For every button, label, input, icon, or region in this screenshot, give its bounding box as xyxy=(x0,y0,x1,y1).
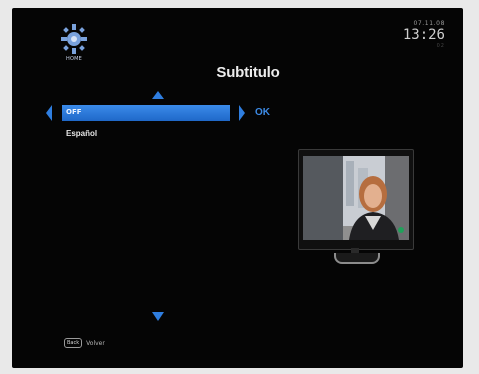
clock: 07.11.08 13:26 02 xyxy=(403,20,445,49)
arrow-down-icon[interactable] xyxy=(152,312,164,321)
arrow-right-icon[interactable] xyxy=(239,105,245,121)
arrow-up-icon[interactable] xyxy=(152,91,164,99)
back-key[interactable]: Back xyxy=(64,338,83,348)
back-label: Volver xyxy=(86,339,105,347)
clock-time: 13:26 xyxy=(402,27,445,43)
tv-preview xyxy=(298,149,414,274)
tv-bezel xyxy=(298,149,414,250)
ok-button[interactable]: OK xyxy=(255,107,270,118)
tv-menu-screen: HOME 07.11.08 13:26 02 Subtitulo OFF OK … xyxy=(12,8,463,368)
subtitle-option-espanol[interactable]: Español xyxy=(66,129,97,138)
clock-seconds: 02 xyxy=(436,43,445,49)
clock-date: 07.11.08 xyxy=(413,20,445,27)
option-label: OFF xyxy=(66,108,82,116)
logo-text: HOME xyxy=(66,56,82,62)
arrow-left-icon[interactable] xyxy=(46,105,52,121)
page-title: Subtitulo xyxy=(216,64,280,81)
back-hint[interactable]: Back Volver xyxy=(64,338,105,348)
subtitle-option-off[interactable]: OFF xyxy=(62,105,230,121)
tv-base xyxy=(334,253,380,264)
globe-logo-icon: HOME xyxy=(58,22,90,64)
tv-preview-icon xyxy=(303,156,409,240)
